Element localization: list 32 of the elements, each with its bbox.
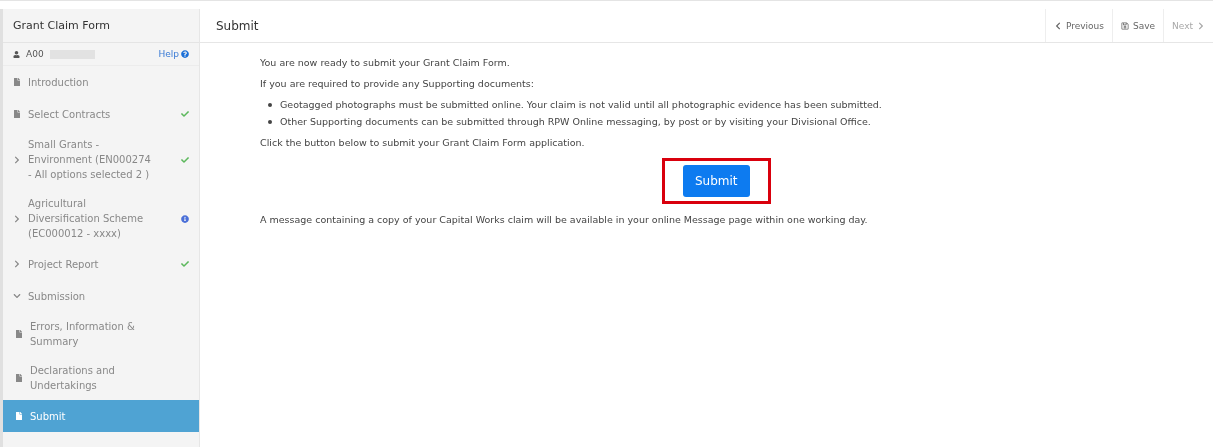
sidebar-item[interactable]: Small Grants - Environment (EN000274 - All options selected 2 ) [3, 130, 199, 189]
save-icon [1120, 21, 1129, 30]
sidebar-item[interactable]: Project Report [3, 248, 199, 280]
user-icon [13, 50, 20, 58]
sidebar-item[interactable]: Submit [3, 400, 199, 432]
sidebar-item[interactable]: Errors, Information & Summary [3, 312, 199, 356]
sidebar-item[interactable]: Submission [3, 280, 199, 312]
sidebar-item[interactable]: Introduction [3, 66, 199, 98]
sidebar-title: Grant Claim Form [3, 9, 199, 43]
instruction-text: Click the button below to submit your Grant Claim Form application. [260, 137, 586, 148]
submit-button[interactable]: Submit [683, 165, 750, 197]
user-id: A00 [26, 49, 44, 59]
lead-text: If you are required to provide any Supporting documents: [260, 78, 535, 89]
help-link[interactable]: Help [158, 49, 189, 59]
chevron-left-icon [1053, 21, 1062, 30]
document-icon [15, 330, 23, 338]
document-icon [13, 110, 21, 118]
bullet-dot [268, 103, 272, 107]
bullet-text: Other Supporting documents can be submitted through RPW Online messaging, by post or by visiting your Divisional Office. [280, 116, 871, 127]
bullet-text: Geotagged photographs must be submitted online. Your claim is not valid until all photographic evidence has been submitted. [280, 99, 882, 110]
sidebar-item[interactable]: Agricultural Diversification Scheme (EC000012 - xxxx) [3, 189, 199, 248]
sidebar-item[interactable]: Select Contracts [3, 98, 199, 130]
footer-text: A message containing a copy of your Capital Works claim will be available in your online Message page within one working day. [260, 214, 869, 225]
bullet-dot [268, 120, 272, 124]
document-icon [15, 374, 23, 382]
help-icon [181, 50, 189, 58]
intro-text: You are now ready to submit your Grant Claim Form. [260, 57, 511, 68]
document-icon [13, 78, 21, 86]
chevron-right-icon [1197, 21, 1205, 30]
sidebar-item[interactable]: Declarations and Undertakings [3, 356, 199, 400]
page-title: Submit [215, 18, 260, 33]
document-icon [15, 412, 23, 420]
